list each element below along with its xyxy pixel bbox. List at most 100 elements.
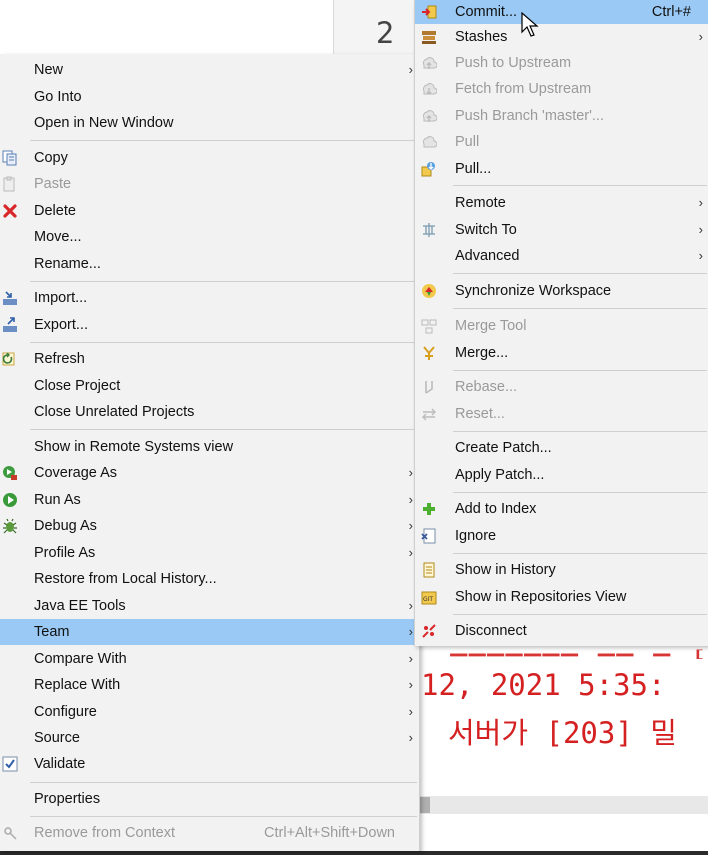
menu-separator <box>30 816 417 817</box>
mouse-cursor-icon <box>521 11 539 38</box>
chevron-right-icon: › <box>408 624 413 639</box>
chevron-right-icon: › <box>408 492 413 507</box>
chevron-right-icon: › <box>408 651 413 666</box>
reset-icon <box>421 406 437 422</box>
menu-separator <box>453 308 707 309</box>
team-item-advanced[interactable]: Advanced › <box>415 243 708 269</box>
menu-item-profile-as[interactable]: Profile As › <box>0 540 419 566</box>
menu-separator <box>30 429 417 430</box>
editor-gutter <box>334 0 414 54</box>
team-item-merge[interactable]: Merge... <box>415 340 708 366</box>
menu-separator <box>453 273 707 274</box>
menu-item-open-new-window[interactable]: Open in New Window <box>0 110 419 136</box>
push-icon <box>421 55 437 71</box>
disconnect-icon <box>421 623 437 639</box>
commit-icon <box>421 4 437 20</box>
menu-item-export[interactable]: Export... <box>0 312 419 338</box>
team-item-push-upstream[interactable]: Push to Upstream <box>415 50 708 76</box>
chevron-right-icon: › <box>408 545 413 560</box>
team-item-stashes[interactable]: Stashes › <box>415 24 708 50</box>
export-icon <box>2 317 18 333</box>
team-item-add-to-index[interactable]: Add to Index <box>415 496 708 522</box>
team-item-remote[interactable]: Remote › <box>415 190 708 216</box>
menu-item-team[interactable]: Team › <box>0 619 419 645</box>
menu-item-properties[interactable]: Properties <box>0 786 419 812</box>
team-item-synchronize[interactable]: Synchronize Workspace <box>415 278 708 304</box>
fetch-icon <box>421 81 437 97</box>
chevron-right-icon: › <box>408 465 413 480</box>
team-item-reset[interactable]: Reset... <box>415 401 708 427</box>
chevron-right-icon: › <box>408 730 413 745</box>
menu-item-remove-context[interactable]: Remove from Context Ctrl+Alt+Shift+Down <box>0 820 419 846</box>
checkbox-checked-icon <box>2 756 18 772</box>
menu-item-rename[interactable]: Rename... <box>0 251 419 277</box>
console-line-cut: ▬▬▬▬▬▬▬ ▬▬ ▬ [ <box>450 648 708 660</box>
menu-item-go-into[interactable]: Go Into <box>0 84 419 110</box>
menu-separator <box>30 281 417 282</box>
team-item-disconnect[interactable]: Disconnect <box>415 618 708 644</box>
team-item-rebase[interactable]: Rebase... <box>415 374 708 400</box>
menu-item-run-as[interactable]: Run As › <box>0 487 419 513</box>
menu-item-new[interactable]: New › <box>0 57 419 83</box>
chevron-right-icon: › <box>408 62 413 77</box>
team-item-pull[interactable]: Pull <box>415 129 708 155</box>
team-item-merge-tool[interactable]: Merge Tool <box>415 313 708 339</box>
menu-separator <box>453 492 707 493</box>
switch-branch-icon <box>421 222 437 238</box>
team-item-commit[interactable]: Commit... Ctrl+# <box>415 0 708 24</box>
chevron-right-icon: › <box>408 598 413 613</box>
menu-item-restore-history[interactable]: Restore from Local History... <box>0 566 419 592</box>
team-item-switch-to[interactable]: Switch To › <box>415 217 708 243</box>
pull-icon <box>421 134 437 150</box>
menu-item-configure[interactable]: Configure › <box>0 699 419 725</box>
merge-tool-icon <box>421 318 437 334</box>
menu-item-java-ee-tools[interactable]: Java EE Tools › <box>0 593 419 619</box>
menu-separator <box>453 370 707 371</box>
chevron-right-icon: › <box>698 29 703 44</box>
line-number: 2 <box>376 16 395 50</box>
team-item-pull-dialog[interactable]: Pull... <box>415 156 708 182</box>
menu-separator <box>453 614 707 615</box>
menu-item-source[interactable]: Source › <box>0 725 419 751</box>
menu-item-refresh[interactable]: Refresh <box>0 346 419 372</box>
history-icon <box>421 562 437 578</box>
import-icon <box>2 290 18 306</box>
menu-item-copy[interactable]: Copy <box>0 145 419 171</box>
status-strip <box>0 851 708 855</box>
menu-item-import[interactable]: Import... <box>0 285 419 311</box>
menu-separator <box>30 140 417 141</box>
menu-item-compare-with[interactable]: Compare With › <box>0 646 419 672</box>
repositories-icon: GIT <box>421 589 437 605</box>
pull-dialog-icon <box>421 161 437 177</box>
push-branch-icon <box>421 108 437 124</box>
team-item-create-patch[interactable]: Create Patch... <box>415 435 708 461</box>
team-item-fetch-upstream[interactable]: Fetch from Upstream <box>415 76 708 102</box>
menu-item-show-remote[interactable]: Show in Remote Systems view <box>0 434 419 460</box>
menu-item-close-unrelated[interactable]: Close Unrelated Projects <box>0 399 419 425</box>
team-item-apply-patch[interactable]: Apply Patch... <box>415 462 708 488</box>
console-horizontal-scrollbar[interactable] <box>420 796 708 814</box>
menu-item-validate[interactable]: Validate <box>0 751 419 777</box>
menu-item-coverage-as[interactable]: Coverage As › <box>0 460 419 486</box>
copy-icon <box>2 150 18 166</box>
team-item-show-repositories[interactable]: GIT Show in Repositories View <box>415 584 708 610</box>
paste-icon <box>2 176 18 192</box>
menu-item-move[interactable]: Move... <box>0 224 419 250</box>
console-line: 12, 2021 5:35: <box>421 668 666 702</box>
project-context-menu: New › Go Into Open in New Window Copy Pas… <box>0 54 420 851</box>
menu-item-replace-with[interactable]: Replace With › <box>0 672 419 698</box>
delete-icon <box>2 203 18 219</box>
menu-item-delete[interactable]: Delete <box>0 198 419 224</box>
console-scroll-thumb[interactable] <box>420 797 430 813</box>
team-item-push-branch[interactable]: Push Branch 'master'... <box>415 103 708 129</box>
rebase-icon <box>421 379 437 395</box>
team-item-show-history[interactable]: Show in History <box>415 557 708 583</box>
console-line: 서버가 [203] 밀 <box>448 716 677 750</box>
menu-item-paste[interactable]: Paste <box>0 171 419 197</box>
stashes-icon <box>421 29 437 45</box>
team-item-ignore[interactable]: Ignore <box>415 523 708 549</box>
refresh-icon <box>2 351 18 367</box>
menu-item-close-project[interactable]: Close Project <box>0 373 419 399</box>
menu-item-debug-as[interactable]: Debug As › <box>0 513 419 539</box>
chevron-right-icon: › <box>408 677 413 692</box>
